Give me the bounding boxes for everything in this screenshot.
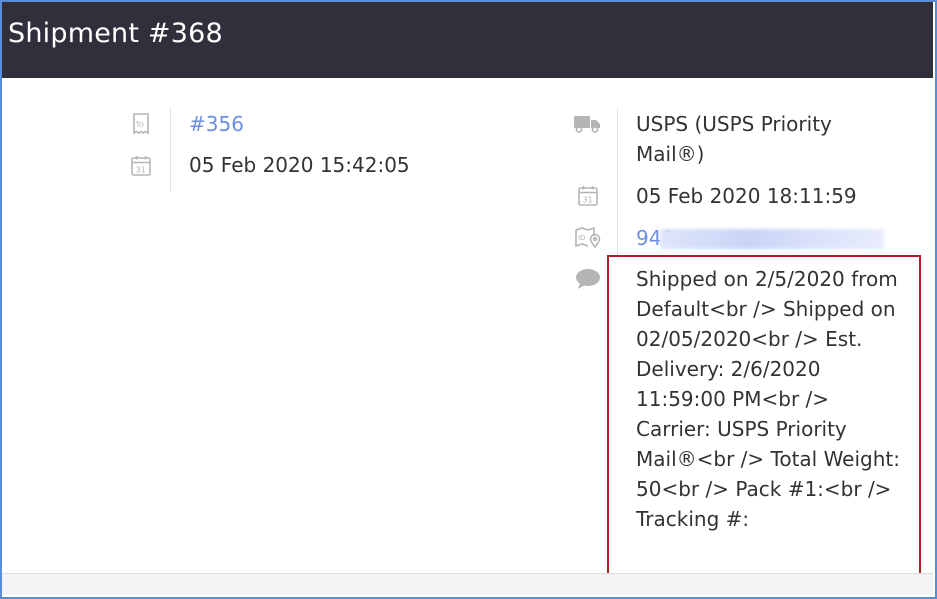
ship-date: 05 Feb 2020 18:11:59 [636, 184, 857, 208]
svg-text:ID: ID [578, 234, 585, 242]
order-date: 05 Feb 2020 15:42:05 [189, 153, 410, 177]
calendar-icon: 31 [576, 184, 600, 208]
left-column-divider [170, 108, 171, 192]
svg-text:ID: ID [137, 121, 144, 129]
id-location-icon: ID [574, 225, 602, 249]
svg-text:31: 31 [583, 196, 593, 205]
carrier-name: USPS (USPS Priority Mail®) [636, 112, 832, 166]
receipt-id-icon: ID [129, 112, 153, 136]
order-id-link[interactable]: #356 [189, 109, 244, 139]
page-title: Shipment #368 [8, 18, 223, 49]
right-column-divider [617, 108, 618, 258]
comment-icon [575, 267, 601, 291]
truck-icon [573, 111, 601, 135]
page-header: Shipment #368 [2, 2, 933, 78]
calendar-icon: 31 [129, 154, 153, 178]
tracking-number-redacted [660, 229, 884, 249]
bottom-scroll-area [2, 573, 933, 595]
svg-text:31: 31 [136, 166, 146, 175]
shipment-notes: Shipped on 2/5/2020 from Default<br /> S… [636, 267, 906, 531]
